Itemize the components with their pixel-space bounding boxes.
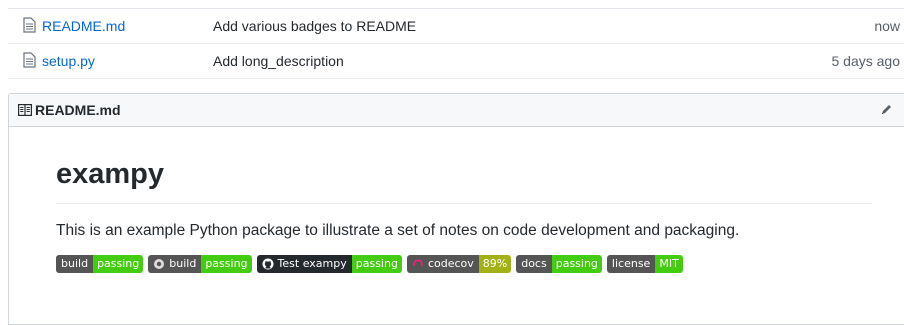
book-icon bbox=[18, 104, 32, 116]
badge-build[interactable]: build passing bbox=[56, 254, 144, 273]
badge-label: build bbox=[148, 254, 202, 273]
file-link[interactable]: README.md bbox=[42, 18, 125, 34]
badge-message: passing bbox=[201, 254, 252, 273]
badge-test-exampy[interactable]: Test exampy passing bbox=[256, 254, 402, 273]
badge-message: passing bbox=[351, 254, 402, 273]
badge-label: codecov bbox=[406, 254, 479, 273]
badge-label: build bbox=[56, 254, 94, 273]
commit-message-link[interactable]: Add long_description bbox=[213, 53, 344, 69]
badge-label: license bbox=[606, 254, 656, 273]
badge-label-text: codecov bbox=[427, 257, 474, 271]
readme-header: README.md bbox=[9, 94, 904, 127]
readme-title: README.md bbox=[35, 102, 121, 118]
badge-label: docs bbox=[516, 254, 552, 273]
badge-label-text: build bbox=[61, 257, 89, 271]
badge-label-text: Test exampy bbox=[277, 257, 347, 271]
readme-heading: exampy bbox=[56, 158, 872, 204]
file-list: README.md Add various badges to README n… bbox=[8, 8, 904, 79]
readme-content: exampy This is an example Python package… bbox=[56, 158, 872, 273]
readme-paragraph: This is an example Python package to ill… bbox=[56, 221, 740, 239]
badge-license[interactable]: license MIT bbox=[606, 254, 683, 273]
badge-message: 89% bbox=[478, 254, 512, 273]
badge-docs[interactable]: docs passing bbox=[516, 254, 602, 273]
pencil-icon[interactable] bbox=[880, 103, 893, 116]
badge-label-text: build bbox=[169, 257, 197, 271]
badge-label-text: docs bbox=[521, 257, 547, 271]
file-row: setup.py Add long_description 5 days ago bbox=[8, 44, 904, 79]
file-icon bbox=[23, 52, 36, 68]
file-row: README.md Add various badges to README n… bbox=[8, 9, 904, 44]
badge-label: Test exampy bbox=[256, 254, 352, 273]
commit-message-link[interactable]: Add various badges to README bbox=[213, 18, 416, 34]
badge-codecov[interactable]: codecov 89% bbox=[406, 254, 512, 273]
readme-panel: README.md exampy This is an example Pyth… bbox=[8, 93, 904, 325]
badge-message: passing bbox=[551, 254, 602, 273]
badge-row: build passing build passing Test exampy passi… bbox=[56, 254, 872, 273]
codecov-icon bbox=[412, 258, 428, 270]
github-icon bbox=[262, 258, 278, 270]
file-link[interactable]: setup.py bbox=[42, 53, 95, 69]
commit-age: now bbox=[874, 18, 900, 34]
appveyor-icon bbox=[153, 258, 169, 270]
badge-label-text: license bbox=[611, 257, 651, 271]
file-icon bbox=[23, 17, 36, 33]
badge-message: MIT bbox=[655, 254, 683, 273]
badge-build[interactable]: build passing bbox=[148, 254, 252, 273]
badge-message: passing bbox=[93, 254, 144, 273]
commit-age: 5 days ago bbox=[831, 53, 901, 69]
